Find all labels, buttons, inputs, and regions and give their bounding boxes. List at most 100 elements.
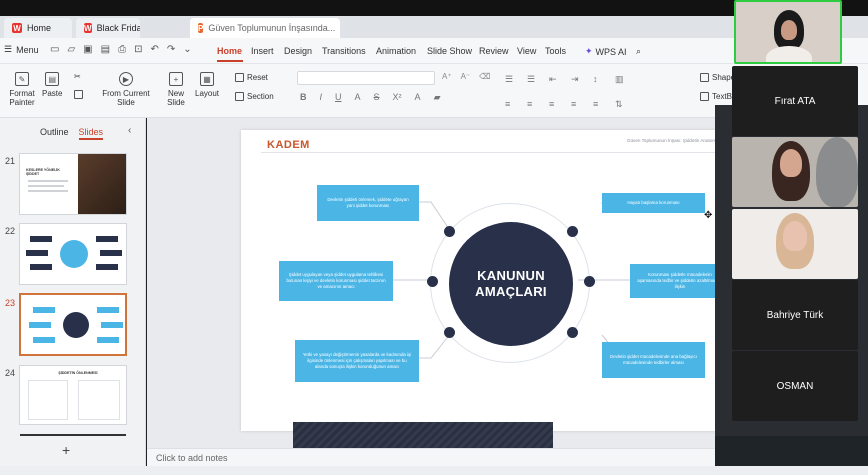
- paste-label: Paste: [42, 89, 63, 98]
- objective-box-6[interactable]: Devletin şiddet mücadelesinde ana bağlay…: [602, 342, 705, 378]
- node-dot: [427, 276, 438, 287]
- textbox-button[interactable]: TextBo: [700, 92, 736, 101]
- new-file-icon[interactable]: ▭: [50, 44, 59, 55]
- chevron-down-icon[interactable]: ⌄: [183, 44, 191, 55]
- superscript-icon[interactable]: X²: [393, 92, 402, 103]
- reset-button[interactable]: Reset: [235, 73, 268, 82]
- center-circle[interactable]: KANUNUN AMAÇLARI: [449, 222, 573, 346]
- text-shadow-icon[interactable]: A: [355, 92, 361, 103]
- slide-thumbnail-21[interactable]: KESLERE YÖNELİK ŞİDDET: [19, 153, 127, 215]
- background-window: [816, 137, 858, 207]
- objective-box-3[interactable]: Yetki ve yasayı değiştirmenin yasalarda …: [295, 340, 419, 382]
- strikethrough-icon[interactable]: S: [374, 92, 380, 103]
- notes-area[interactable]: Click to add notes: [147, 448, 715, 466]
- text-direction-icon[interactable]: ⇅: [615, 99, 637, 110]
- search-icon[interactable]: ⌕: [636, 46, 641, 57]
- align-left-icon[interactable]: ≡: [505, 99, 527, 110]
- underline-icon[interactable]: U: [335, 92, 342, 103]
- menu-design[interactable]: Design: [284, 46, 312, 56]
- format-painter-button[interactable]: ✎ Format Painter: [8, 72, 36, 107]
- wps-logo-icon: W: [12, 23, 22, 33]
- participant-video-speaker[interactable]: [734, 0, 842, 64]
- cut-icon[interactable]: ✂: [74, 72, 81, 81]
- paste-button[interactable]: ▤ Paste: [42, 72, 62, 98]
- objective-box-1[interactable]: Devletin şiddeti önlemek, şiddete uğraya…: [317, 185, 419, 221]
- participant-tile-osman[interactable]: OSMAN: [732, 351, 858, 421]
- participant-tile-firat[interactable]: Fırat ATA: [732, 66, 858, 136]
- section-button[interactable]: Section: [235, 92, 274, 101]
- copy-icon[interactable]: [74, 90, 83, 99]
- tab-outline[interactable]: Outline: [40, 127, 69, 140]
- menu-home[interactable]: Home: [217, 46, 242, 56]
- layout-button[interactable]: ▦ Layout: [195, 72, 219, 98]
- bullets-icon[interactable]: ☰: [505, 74, 527, 85]
- objective-box-2[interactable]: Şiddet uygulayan veya şiddet uygulama te…: [279, 261, 393, 301]
- slide-thumbnail-24[interactable]: ŞİDDETİN ÖNLENMESİ: [19, 365, 127, 425]
- current-slide[interactable]: KADEM Güven Toplumunun İnşası: Şiddetin …: [241, 130, 749, 431]
- node-dot: [444, 327, 455, 338]
- node-dot: [444, 226, 455, 237]
- shapes-button[interactable]: Shape: [700, 73, 735, 82]
- notes-placeholder: Click to add notes: [156, 453, 228, 463]
- print-icon[interactable]: ⎙: [118, 44, 126, 55]
- save-icon[interactable]: ▣: [83, 44, 92, 55]
- decrease-font-icon[interactable]: A⁻: [461, 72, 471, 81]
- italic-icon[interactable]: I: [320, 92, 323, 103]
- person-face: [783, 221, 807, 251]
- clear-format-icon[interactable]: ⌫: [479, 72, 490, 81]
- slide-thumbnail-23[interactable]: [19, 293, 127, 356]
- font-color-icon[interactable]: A: [415, 92, 421, 103]
- menu-slide-show[interactable]: Slide Show: [427, 46, 472, 56]
- participant-video-3[interactable]: [732, 209, 858, 279]
- person-shoulders: [766, 46, 812, 62]
- collapse-panel-icon[interactable]: ‹: [128, 125, 131, 136]
- distribute-icon[interactable]: ≡: [593, 99, 615, 110]
- add-slide-button[interactable]: +: [62, 442, 70, 458]
- slide-thumbnail-22[interactable]: [19, 223, 127, 285]
- export-pdf-icon[interactable]: ▤: [101, 44, 110, 55]
- participant-tile-bahriye[interactable]: Bahriye Türk: [732, 280, 858, 350]
- menu-animation[interactable]: Animation: [376, 46, 416, 56]
- move-cursor-icon: ✥: [704, 210, 713, 221]
- from-current-slide-button[interactable]: ▶ From Current Slide: [100, 72, 152, 107]
- objective-box-4[interactable]: Hayatı başlama korunması: [602, 193, 705, 213]
- align-center-icon[interactable]: ≡: [527, 99, 549, 110]
- slide-canvas[interactable]: KADEM Güven Toplumunun İnşası: Şiddetin …: [147, 118, 749, 475]
- redo-icon[interactable]: ↷: [167, 44, 175, 55]
- menu-view[interactable]: View: [517, 46, 536, 56]
- center-title-line-2: AMAÇLARI: [475, 284, 547, 299]
- open-folder-icon[interactable]: ▱: [67, 44, 75, 55]
- section-icon: [235, 92, 244, 101]
- menu-insert[interactable]: Insert: [251, 46, 274, 56]
- bold-icon[interactable]: B: [300, 92, 307, 103]
- new-slide-button[interactable]: + New Slide: [162, 72, 190, 107]
- highlight-icon[interactable]: ▰: [434, 92, 441, 103]
- menu-button[interactable]: ☰ Menu: [4, 44, 39, 55]
- tab-black-friday[interactable]: W Black Friday sale: [76, 18, 140, 38]
- justify-icon[interactable]: ≡: [571, 99, 593, 110]
- line-spacing-icon[interactable]: ↕: [593, 74, 615, 85]
- menu-review[interactable]: Review: [479, 46, 509, 56]
- format-painter-label: Format Painter: [9, 89, 35, 107]
- decrease-indent-icon[interactable]: ⇤: [549, 74, 571, 85]
- align-right-icon[interactable]: ≡: [549, 99, 571, 110]
- increase-indent-icon[interactable]: ⇥: [571, 74, 593, 85]
- font-name-select[interactable]: [297, 71, 435, 85]
- increase-font-icon[interactable]: A⁺: [442, 72, 452, 81]
- reset-label: Reset: [247, 73, 268, 82]
- menu-transitions[interactable]: Transitions: [322, 46, 366, 56]
- wps-ai-button[interactable]: ✦ WPS AI: [585, 46, 627, 57]
- preview-icon[interactable]: ⊡: [134, 44, 142, 55]
- participant-video-2[interactable]: [732, 137, 858, 207]
- undo-icon[interactable]: ↶: [150, 44, 158, 55]
- numbering-icon[interactable]: ☰: [527, 74, 549, 85]
- tab-home[interactable]: W Home: [4, 18, 72, 38]
- tab-slides[interactable]: Slides: [78, 127, 104, 140]
- tab-document[interactable]: P Güven Toplumunun İnşasında...: [190, 18, 340, 38]
- wps-ai-label: WPS AI: [595, 46, 627, 57]
- columns-icon[interactable]: ▥: [615, 74, 637, 85]
- active-menu-underline: [217, 60, 243, 62]
- menu-tools[interactable]: Tools: [545, 46, 566, 56]
- textbox-icon: [700, 92, 709, 101]
- tab-label: Black Friday sale: [96, 23, 140, 33]
